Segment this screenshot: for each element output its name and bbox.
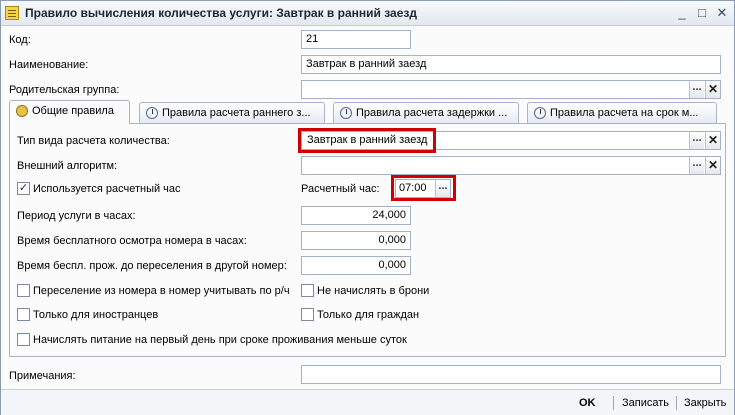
parent-group-clear-button[interactable]: ✕ bbox=[705, 81, 720, 98]
name-field[interactable]: Завтрак в ранний заезд bbox=[301, 55, 721, 74]
first-day-meal-label: Начислять питание на первый день при сро… bbox=[33, 334, 407, 346]
tab-label: Правила расчета задержки ... bbox=[356, 107, 508, 119]
external-algorithm-field[interactable]: ... ✕ bbox=[301, 156, 721, 175]
minimize-button[interactable]: _ bbox=[673, 4, 691, 22]
room-transfer-label: Переселение из номера в номер учитывать … bbox=[33, 285, 290, 297]
clock-icon bbox=[146, 107, 158, 119]
tab-strip: Общие правила Правила расчета раннего з.… bbox=[9, 100, 726, 124]
window-title: Правило вычисления количества услуги: За… bbox=[25, 6, 417, 20]
tab-early-checkin-rules[interactable]: Правила расчета раннего з... bbox=[139, 102, 325, 123]
name-label: Наименование: bbox=[9, 59, 89, 71]
coins-icon bbox=[16, 105, 28, 117]
footer-separator bbox=[676, 396, 677, 410]
free-inspection-field[interactable]: 0,000 bbox=[301, 231, 411, 250]
close-dialog-button[interactable]: Закрыть bbox=[684, 396, 726, 410]
tab-term-rules[interactable]: Правила расчета на срок м... bbox=[527, 102, 717, 123]
parent-group-select-button[interactable]: ... bbox=[689, 81, 704, 98]
footer-separator bbox=[613, 396, 614, 410]
parent-group-field[interactable]: ... ✕ bbox=[301, 80, 721, 99]
first-day-meal-checkbox[interactable] bbox=[17, 333, 30, 346]
tab-label: Общие правила bbox=[32, 105, 114, 117]
close-button[interactable]: ✕ bbox=[713, 4, 731, 22]
save-button[interactable]: Записать bbox=[622, 396, 669, 410]
parent-group-label: Родительская группа: bbox=[9, 84, 120, 96]
clock-icon bbox=[340, 107, 352, 119]
calc-type-select-button[interactable]: ... bbox=[689, 132, 704, 149]
period-label: Период услуги в часах: bbox=[17, 210, 136, 222]
no-charge-in-booking-label: Не начислять в брони bbox=[317, 285, 430, 297]
external-algorithm-clear-button[interactable]: ✕ bbox=[705, 157, 720, 174]
tab-label: Правила расчета раннего з... bbox=[162, 107, 311, 119]
notes-label: Примечания: bbox=[9, 370, 76, 382]
citizens-only-label: Только для граждан bbox=[317, 309, 420, 321]
dialog-footer: OK Записать Закрыть bbox=[1, 389, 734, 415]
tab-label: Правила расчета на срок м... bbox=[550, 107, 699, 119]
notes-field[interactable] bbox=[301, 365, 721, 384]
external-algorithm-label: Внешний алгоритм: bbox=[17, 160, 118, 172]
tab-late-checkout-rules[interactable]: Правила расчета задержки ... bbox=[333, 102, 519, 123]
calc-type-label: Тип вида расчета количества: bbox=[17, 135, 170, 147]
room-transfer-checkbox[interactable] bbox=[17, 284, 30, 297]
use-calc-hour-checkbox[interactable]: ✓ bbox=[17, 182, 30, 195]
calc-hour-label: Расчетный час: bbox=[301, 183, 380, 195]
period-field[interactable]: 24,000 bbox=[301, 206, 411, 225]
foreigners-only-label: Только для иностранцев bbox=[33, 309, 159, 321]
use-calc-hour-label: Используется расчетный час bbox=[33, 183, 181, 195]
foreigners-only-checkbox[interactable] bbox=[17, 308, 30, 321]
highlight-calc-type bbox=[298, 128, 436, 153]
external-algorithm-select-button[interactable]: ... bbox=[689, 157, 704, 174]
maximize-button[interactable]: □ bbox=[693, 4, 711, 22]
title-bar: Правило вычисления количества услуги: За… bbox=[1, 1, 734, 26]
ok-button[interactable]: OK bbox=[579, 396, 596, 410]
calc-type-clear-button[interactable]: ✕ bbox=[705, 132, 720, 149]
tab-general-rules[interactable]: Общие правила bbox=[9, 100, 130, 124]
no-charge-in-booking-checkbox[interactable] bbox=[301, 284, 314, 297]
citizens-only-checkbox[interactable] bbox=[301, 308, 314, 321]
highlight-calc-hour bbox=[391, 175, 456, 201]
clock-icon bbox=[534, 107, 546, 119]
code-label: Код: bbox=[9, 34, 31, 46]
free-stay-field[interactable]: 0,000 bbox=[301, 256, 411, 275]
free-inspection-label: Время бесплатного осмотра номера в часах… bbox=[17, 235, 247, 247]
free-stay-label: Время беспл. прож. до переселения в друг… bbox=[17, 260, 287, 272]
code-field[interactable]: 21 bbox=[301, 30, 411, 49]
catalog-icon bbox=[5, 6, 19, 20]
dialog-window: Правило вычисления количества услуги: За… bbox=[0, 0, 735, 415]
